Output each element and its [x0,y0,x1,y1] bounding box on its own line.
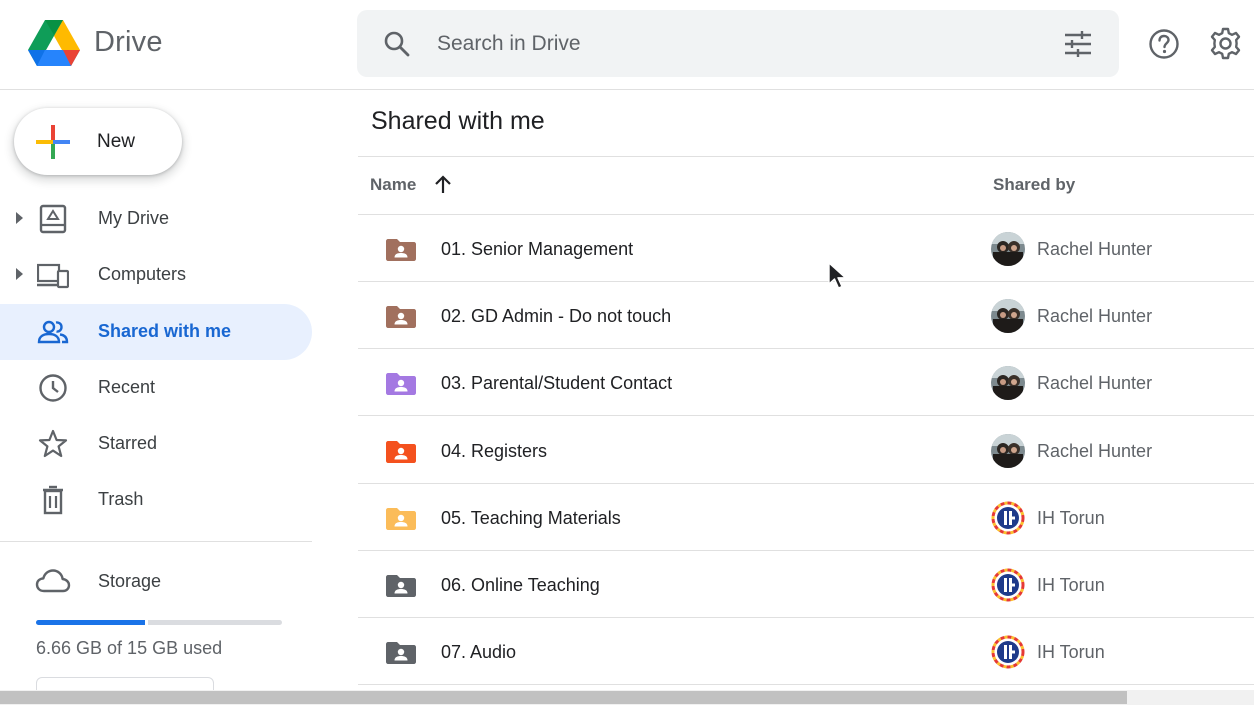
user-photo-icon [991,433,1025,468]
sidebar-divider [0,541,312,542]
shared-by-name[interactable]: IH Torun [1037,508,1105,529]
search-options-icon[interactable] [1063,30,1093,58]
search-input[interactable] [437,28,997,60]
avatar [991,500,1025,535]
user-photo-icon [991,299,1025,334]
new-button[interactable]: New [14,108,182,175]
expand-caret-icon[interactable] [16,268,23,280]
app-title[interactable]: Drive [94,26,163,59]
shared-folder-icon [386,373,416,396]
storage-usage-text: 6.66 GB of 15 GB used [36,638,223,658]
storage-label[interactable]: Storage [98,571,161,592]
shared-folder-icon [386,507,416,530]
sidebar-item-recent[interactable]: Recent [0,360,312,416]
shared-folder-icon [386,642,416,665]
shared-by-name[interactable]: IH Torun [1037,642,1105,663]
table-row[interactable]: 02. GD Admin - Do not touch Rachel Hunter [358,282,1254,350]
table-row[interactable]: 06. Online Teaching IH Torun [358,551,1254,618]
file-name: 02. GD Admin - Do not touch [441,306,672,327]
column-header-name[interactable]: Name [370,175,416,195]
table-row[interactable]: 07. Audio IH Torun [358,618,1254,686]
help-icon[interactable] [1148,28,1180,60]
expand-caret-icon[interactable] [16,212,23,224]
my-drive-icon [39,204,67,234]
search-icon[interactable] [383,30,411,58]
table-row[interactable]: 04. Registers Rachel Hunter [358,417,1254,484]
storage-usage-separator [145,620,148,625]
shared-by-name[interactable]: IH Torun [1037,575,1105,596]
file-name: 01. Senior Management [441,239,634,259]
gear-icon[interactable] [1209,27,1242,60]
avatar [991,299,1025,334]
header: Drive [0,0,1254,90]
shared-folder-icon [386,306,416,329]
sidebar-item-label: Trash [98,489,144,509]
sidebar-item-trash[interactable]: Trash [0,472,312,528]
sidebar-item-computers[interactable]: Computers [0,247,312,303]
file-name: 07. Audio [441,642,517,663]
sidebar-item-label: Recent [98,377,156,397]
file-name: 06. Online Teaching [441,575,600,595]
plus-icon [36,125,70,159]
avatar [991,232,1025,266]
avatar [991,366,1025,401]
storage-usage-bar [36,620,282,625]
star-icon [38,429,68,458]
cloud-icon [35,569,71,593]
avatar [991,568,1025,602]
avatar [991,433,1025,468]
table-row[interactable]: 03. Parental/Student Contact Rachel Hunte… [358,349,1254,417]
table-row[interactable]: 01. Senior Management Rachel Hunter [358,215,1254,282]
shared-folder-icon [386,440,416,463]
scrollbar-thumb[interactable] [0,691,1127,704]
sidebar-item-label: Shared with me [98,321,232,341]
computers-icon [37,263,69,289]
trash-icon [43,485,63,515]
user-photo-icon [991,366,1025,401]
shared-by-name[interactable]: Rachel Hunter [1037,306,1152,327]
arrow-up-icon[interactable] [433,174,453,194]
file-name: 05. Teaching Materials [441,507,621,528]
organization-logo-icon [991,568,1025,602]
shared-by-name[interactable]: Rachel Hunter [1037,441,1152,462]
new-button-label: New [97,131,136,152]
mouse-cursor-icon [828,262,847,289]
table-row[interactable]: 05. Teaching Materials IH Torun [358,484,1254,551]
sidebar-item-label: Starred [98,433,158,453]
file-name: 04. Registers [441,440,548,461]
title-divider [358,156,1254,157]
sidebar-item-label: My Drive [98,208,169,228]
shared-folder-icon [386,239,416,261]
shared-by-name[interactable]: Rachel Hunter [1037,373,1152,394]
sidebar-item-label: Computers [98,264,187,284]
file-name: 03. Parental/Student Contact [441,373,673,394]
storage-usage-fill [36,620,145,625]
page-title: Shared with me [371,107,545,135]
clock-icon [39,374,67,402]
search-bar[interactable] [357,10,1119,77]
avatar [991,635,1025,670]
sidebar-item-shared-with-me[interactable]: Shared with me [0,304,312,360]
google-drive-logo-icon[interactable] [28,20,80,66]
shared-by-name[interactable]: Rachel Hunter [1037,239,1152,260]
horizontal-scrollbar[interactable] [0,690,1254,705]
organization-logo-icon [991,635,1025,670]
sidebar-item-my-drive[interactable]: My Drive [0,191,312,247]
organization-logo-icon [991,500,1025,535]
column-header-shared-by[interactable]: Shared by [993,175,1075,195]
shared-folder-icon [386,575,416,597]
sidebar-item-starred[interactable]: Starred [0,416,312,472]
people-icon [37,320,69,344]
user-photo-icon [991,232,1025,266]
